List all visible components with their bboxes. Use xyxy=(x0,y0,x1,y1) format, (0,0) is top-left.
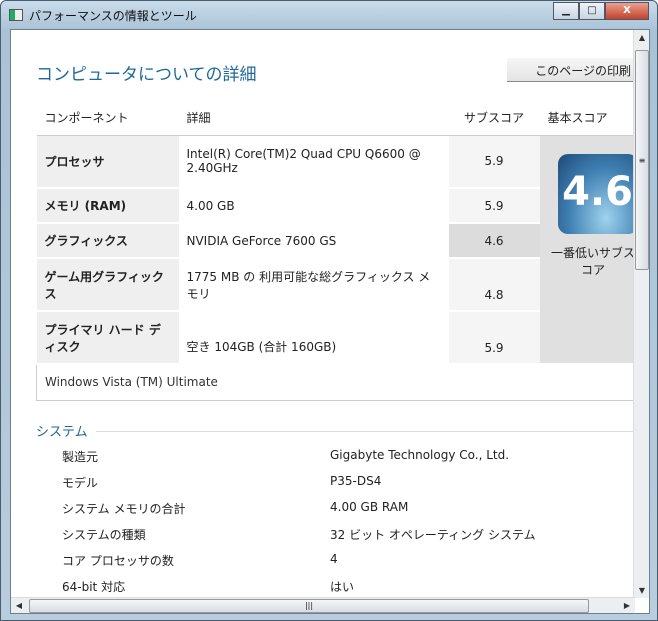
scroll-right-icon[interactable]: ▶ xyxy=(619,601,635,610)
subscore: 4.8 xyxy=(448,258,540,312)
component-name: ゲーム用グラフィックス xyxy=(36,258,179,312)
scroll-up-icon[interactable]: ▲ xyxy=(634,33,649,42)
component-detail: 空き 104GB (合計 160GB) xyxy=(178,311,449,365)
system-label: 製造元 xyxy=(62,450,99,464)
os-edition: Windows Vista (TM) Ultimate xyxy=(36,363,647,401)
section-divider xyxy=(96,431,636,432)
column-header-detail: 詳細 xyxy=(178,101,449,136)
component-name: メモリ (RAM) xyxy=(36,188,179,224)
system-label: システムの種類 xyxy=(62,528,146,542)
subscore: 5.9 xyxy=(448,135,540,189)
system-value: 32 ビット オペレーティング システム xyxy=(330,528,536,542)
horizontal-scroll-thumb[interactable]: ||| xyxy=(29,599,589,613)
content-pane: コンピュータについての詳細 このページの印刷 コンポーネント 詳細 サブスコア … xyxy=(10,29,650,614)
base-score-caption: 一番低いサブスコア xyxy=(550,245,635,277)
system-label: 64-bit 対応 xyxy=(62,580,126,594)
column-header-base-score: 基本スコア xyxy=(539,101,647,136)
component-name: グラフィックス xyxy=(36,223,179,259)
page-title: コンピュータについての詳細 xyxy=(36,65,257,85)
table-row: プロセッサ Intel(R) Core(TM)2 Quad CPU Q6600 … xyxy=(36,135,647,365)
subscore: 5.9 xyxy=(448,188,540,224)
print-page-button[interactable]: このページの印刷 xyxy=(507,58,637,82)
window-title: パフォーマンスの情報とツール xyxy=(29,9,197,23)
system-section-title: システム xyxy=(36,425,88,440)
base-score-badge: 4.6 xyxy=(557,153,638,234)
scroll-down-icon[interactable]: ▼ xyxy=(634,586,649,595)
system-value: はい xyxy=(330,580,355,594)
app-icon xyxy=(9,9,23,21)
vertical-scrollbar[interactable]: ▲ ≡ ▼ xyxy=(633,30,649,598)
system-label: システム メモリの合計 xyxy=(62,502,186,516)
component-name: プライマリ ハード ディスク xyxy=(36,311,179,365)
base-score-cell: 4.6 一番低いサブスコア xyxy=(539,135,647,365)
subscore: 5.9 xyxy=(448,311,540,365)
horizontal-scrollbar[interactable]: ◀ ||| ▶ xyxy=(11,597,635,613)
component-detail: 1775 MB の 利用可能な総グラフィックス メモリ xyxy=(178,258,449,312)
column-header-component: コンポーネント xyxy=(36,101,179,136)
close-button[interactable]: X xyxy=(605,2,649,20)
minimize-button[interactable]: ▁ xyxy=(553,2,579,20)
maximize-button[interactable]: □ xyxy=(579,2,605,20)
component-detail: 4.00 GB xyxy=(178,188,449,224)
component-detail: Intel(R) Core(TM)2 Quad CPU Q6600 @ 2.40… xyxy=(178,135,449,189)
vertical-scroll-thumb[interactable]: ≡ xyxy=(635,50,649,270)
component-detail: NVIDIA GeForce 7600 GS xyxy=(178,223,449,259)
system-value: 4 xyxy=(330,552,338,566)
subscore-lowest: 4.6 xyxy=(448,223,540,259)
column-header-subscore: サブスコア xyxy=(448,101,540,136)
system-label: コア プロセッサの数 xyxy=(62,554,174,568)
component-name: プロセッサ xyxy=(36,135,179,189)
scroll-left-icon[interactable]: ◀ xyxy=(11,601,27,610)
system-value: P35-DS4 xyxy=(330,474,382,488)
window: パフォーマンスの情報とツール ▁ □ X コンピュータについての詳細 このページ… xyxy=(0,0,658,621)
system-value: 4.00 GB RAM xyxy=(330,500,409,514)
score-table: コンポーネント 詳細 サブスコア 基本スコア プロセッサ Intel(R) Co… xyxy=(36,101,647,401)
system-value: Gigabyte Technology Co., Ltd. xyxy=(330,448,510,462)
system-label: モデル xyxy=(62,476,99,490)
